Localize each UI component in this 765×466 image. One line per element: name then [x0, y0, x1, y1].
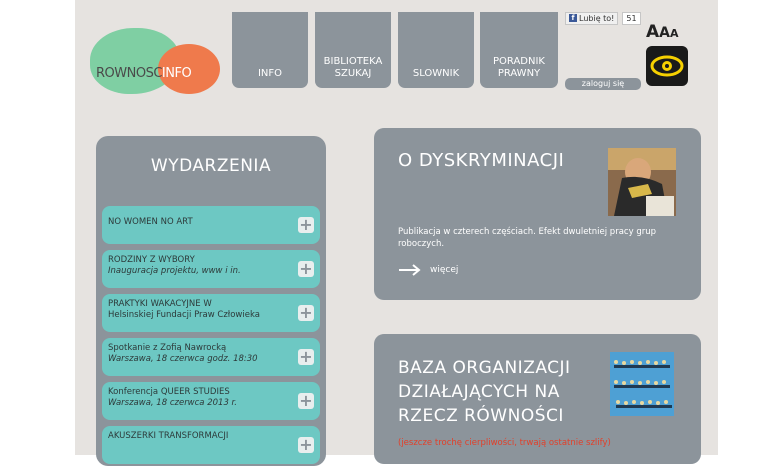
tab-info-label: INFO — [257, 68, 283, 79]
event-title: Spotkanie z Zofią Nawrocką — [108, 343, 227, 353]
organizations-title-line2: DZIAŁAJĄCYCH NA — [398, 382, 560, 402]
event-title: AKUSZERKI TRANSFORMACJI — [108, 431, 229, 441]
event-subtitle: Warszawa, 18 czerwca 2013 r. — [108, 398, 237, 408]
more-link-label: więcej — [430, 265, 459, 275]
event-item[interactable]: RODZINY Z WYBORY Inauguracja projektu, w… — [102, 250, 320, 288]
expand-plus-icon[interactable]: + — [298, 217, 314, 233]
event-item[interactable]: PRAKTYKI WAKACYJNE W Helsinskiej Fundacj… — [102, 294, 320, 332]
facebook-like-label: Lubię to! — [579, 13, 615, 23]
organizations-note: (jeszcze trochę cierpliwości, trwają ost… — [398, 438, 611, 448]
tab-biblioteka[interactable]: BIBLIOTEKA SZUKAJ — [315, 12, 391, 88]
tab-slownik-label: SLOWNIK — [412, 68, 460, 79]
expand-plus-icon[interactable]: + — [298, 261, 314, 277]
organizations-title-line1: BAZA ORGANIZACJI — [398, 358, 571, 378]
eye-icon — [650, 55, 684, 77]
expand-plus-icon[interactable]: + — [298, 437, 314, 453]
tab-slownik[interactable]: SLOWNIK — [398, 12, 474, 88]
event-title: Konferencja QUEER STUDIES — [108, 387, 230, 397]
site-logo[interactable]: ROWNOSCINFO — [90, 28, 220, 98]
facebook-icon: f — [569, 14, 577, 22]
organizations-title-line3: RZECZ RÓWNOŚCI — [398, 406, 564, 426]
expand-plus-icon[interactable]: + — [298, 305, 314, 321]
arrow-right-icon — [399, 264, 421, 276]
facebook-like-button[interactable]: f Lubię to! — [565, 11, 619, 25]
login-button[interactable]: zaloguj się — [565, 78, 641, 90]
font-size-controls: AAA — [646, 22, 679, 42]
event-item[interactable]: AKUSZERKI TRANSFORMACJI + — [102, 426, 320, 464]
event-title: RODZINY Z WYBORY — [108, 255, 195, 265]
discrimination-card: O DYSKRYMINACJI Publikacja w czterech cz… — [374, 128, 701, 300]
font-size-large[interactable]: A — [646, 22, 659, 42]
discrimination-photo — [608, 148, 676, 216]
event-subtitle: Warszawa, 18 czerwca godz. 18:30 — [108, 354, 258, 364]
people-figures-image — [610, 352, 674, 416]
event-title-line2: Helsinskiej Fundacji Praw Człowieka — [108, 310, 260, 320]
event-item[interactable]: NO WOMEN NO ART + — [102, 206, 320, 244]
more-link[interactable]: więcej — [398, 264, 458, 276]
tab-poradnik-label: PORADNIK PRAWNY — [493, 56, 545, 79]
expand-plus-icon[interactable]: + — [298, 349, 314, 365]
logo-text-accent: INFO — [161, 66, 192, 81]
logo-text-main: ROWNOSC — [96, 66, 162, 81]
discrimination-title[interactable]: O DYSKRYMINACJI — [398, 150, 564, 171]
accessibility-button[interactable] — [646, 46, 688, 86]
font-size-medium[interactable]: A — [659, 25, 670, 41]
font-size-small[interactable]: A — [670, 27, 679, 40]
organizations-card: BAZA ORGANIZACJI DZIAŁAJĄCYCH NA RZECZ R… — [374, 334, 701, 464]
organizations-title[interactable]: BAZA ORGANIZACJI DZIAŁAJĄCYCH NA RZECZ R… — [398, 356, 571, 428]
person-reading-image — [608, 148, 676, 216]
event-item[interactable]: Konferencja QUEER STUDIES Warszawa, 18 c… — [102, 382, 320, 420]
organizations-image — [610, 352, 674, 416]
event-item[interactable]: Spotkanie z Zofią Nawrocką Warszawa, 18 … — [102, 338, 320, 376]
facebook-like-count: 51 — [622, 11, 641, 25]
event-title: NO WOMEN NO ART — [108, 217, 193, 227]
tab-biblioteka-label: BIBLIOTEKA SZUKAJ — [323, 56, 383, 79]
event-title: PRAKTYKI WAKACYJNE W — [108, 299, 212, 309]
event-subtitle: Inauguracja projektu, www i in. — [108, 266, 241, 276]
login-area: f Lubię to! 51 zaloguj się — [565, 11, 641, 90]
tab-poradnik[interactable]: PORADNIK PRAWNY — [480, 12, 558, 88]
logo-text: ROWNOSCINFO — [96, 66, 192, 81]
events-panel: WYDARZENIA NO WOMEN NO ART + RODZINY Z W… — [96, 136, 326, 466]
events-title: WYDARZENIA — [150, 156, 272, 176]
page: ROWNOSCINFO INFO BIBLIOTEKA SZUKAJ SLOWN… — [0, 0, 765, 466]
facebook-like-widget: f Lubię to! 51 — [565, 11, 641, 25]
discrimination-description: Publikacja w czterech częściach. Efekt d… — [398, 227, 656, 249]
expand-plus-icon[interactable]: + — [298, 393, 314, 409]
tab-info[interactable]: INFO — [232, 12, 308, 88]
